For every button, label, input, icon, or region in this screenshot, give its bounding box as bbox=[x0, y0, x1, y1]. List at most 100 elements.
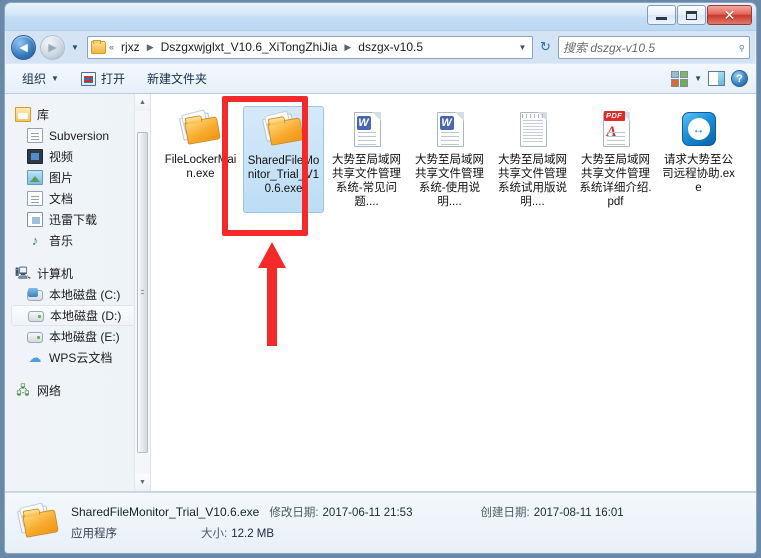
window-controls: ✕ bbox=[647, 5, 752, 25]
sidebar-item-drive-e[interactable]: 本地磁盘 (E:) bbox=[5, 326, 150, 347]
scrollbar-grip-icon bbox=[141, 289, 144, 296]
file-item[interactable]: W 大势至局域网共享文件管理系统-使用说明.... bbox=[409, 106, 490, 213]
sidebar-item-pictures[interactable]: 图片 bbox=[5, 167, 150, 188]
change-view-icon[interactable] bbox=[671, 70, 689, 87]
sidebar-item-music[interactable]: ♪ 音乐 bbox=[5, 230, 150, 251]
toolbar: 组织 ▼ 打开 新建文件夹 ▼ ? bbox=[5, 63, 756, 94]
status-size-label: 大小: bbox=[201, 528, 228, 540]
status-line-1: SharedFileMonitor_Trial_V10.6.exe 修改日期: … bbox=[71, 504, 624, 520]
teamviewer-icon: ↔ bbox=[677, 110, 721, 150]
sidebar-label: 图片 bbox=[49, 171, 74, 185]
word-doc-icon: W bbox=[428, 110, 472, 150]
file-item-selected[interactable]: SharedFileMonitor_Trial_V10.6.exe bbox=[243, 106, 324, 213]
sidebar-item-network[interactable]: 🖧 网络 bbox=[5, 380, 150, 401]
sidebar-item-library[interactable]: 库 bbox=[5, 104, 150, 125]
explorer-body: 库 Subversion 视频 图片 文档 迅雷下载 ♪ 音乐 🖳 计算机 本地… bbox=[5, 94, 756, 492]
maximize-button[interactable] bbox=[677, 5, 706, 25]
status-created-value: 2017-08-11 16:01 bbox=[533, 507, 624, 519]
new-folder-label: 新建文件夹 bbox=[146, 72, 207, 86]
toolbar-right-group: ▼ ? bbox=[671, 70, 748, 87]
organize-button[interactable]: 组织 ▼ bbox=[13, 67, 68, 90]
file-name: 请求大势至公司远程协助.exe bbox=[662, 154, 735, 194]
new-folder-button[interactable]: 新建文件夹 bbox=[138, 67, 216, 90]
chevron-down-icon: ▼ bbox=[51, 74, 59, 83]
address-bar[interactable]: « rjxz ▶ Dszgxwjglxt_V10.6_XiTongZhiJia … bbox=[87, 35, 533, 59]
file-item[interactable]: ↔ 请求大势至公司远程协助.exe bbox=[658, 106, 739, 213]
address-bar-tail: ▼ bbox=[515, 43, 530, 52]
chevron-right-icon: ▶ bbox=[146, 41, 154, 52]
status-file-type: 应用程序 bbox=[71, 528, 117, 540]
chevron-down-icon[interactable]: ▼ bbox=[694, 74, 702, 83]
scrollbar-thumb[interactable] bbox=[137, 132, 148, 453]
annotation-arrow-icon bbox=[258, 242, 286, 346]
file-grid: FileLockerMain.exe SharedFileMonitor_Tri… bbox=[159, 106, 756, 213]
document-icon bbox=[27, 191, 43, 206]
download-icon bbox=[27, 212, 43, 227]
sidebar-item-thunder-downloads[interactable]: 迅雷下载 bbox=[5, 209, 150, 230]
close-button[interactable]: ✕ bbox=[707, 5, 752, 25]
breadcrumb-item-1[interactable]: Dszgxwjglxt_V10.6_XiTongZhiJia bbox=[157, 39, 342, 55]
sidebar-item-wps-cloud[interactable]: ☁ WPS云文档 bbox=[5, 347, 150, 368]
file-name: 大势至局域网共享文件管理系统-常见问题.... bbox=[332, 154, 401, 208]
search-box[interactable]: 搜索 dszgx-v10.5 ⌕ bbox=[558, 35, 750, 59]
breadcrumb-item-2[interactable]: dszgx-v10.5 bbox=[354, 39, 427, 55]
address-bar-row: ◄ ► ▼ « rjxz ▶ Dszgxwjglxt_V10.6_XiTongZ… bbox=[5, 31, 756, 63]
system-drive-icon bbox=[27, 288, 43, 301]
status-line-2: 应用程序 大小: 12.2 MB bbox=[71, 525, 624, 541]
sidebar-scrollbar[interactable]: ▲ ▼ bbox=[134, 94, 150, 491]
status-modified-label: 修改日期: bbox=[269, 507, 319, 519]
navigation-pane: 库 Subversion 视频 图片 文档 迅雷下载 ♪ 音乐 🖳 计算机 本地… bbox=[5, 94, 151, 491]
sidebar-item-computer[interactable]: 🖳 计算机 bbox=[5, 263, 150, 284]
sidebar-label: 网络 bbox=[37, 384, 62, 398]
sidebar-item-drive-d[interactable]: 本地磁盘 (D:) bbox=[11, 305, 146, 326]
title-bar: ✕ bbox=[5, 3, 756, 31]
file-item[interactable]: FileLockerMain.exe bbox=[160, 106, 241, 213]
sidebar-label: 计算机 bbox=[37, 267, 74, 281]
file-list-pane[interactable]: FileLockerMain.exe SharedFileMonitor_Tri… bbox=[151, 94, 756, 491]
sidebar-item-drive-c[interactable]: 本地磁盘 (C:) bbox=[5, 284, 150, 305]
sidebar-item-documents[interactable]: 文档 bbox=[5, 188, 150, 209]
nav-group-network: 🖧 网络 bbox=[5, 380, 150, 401]
history-dropdown-icon[interactable]: ▼ bbox=[67, 39, 83, 56]
sidebar-label: 文档 bbox=[49, 192, 74, 206]
file-item[interactable]: PDF A 大势至局域网共享文件管理系统详细介绍.pdf bbox=[575, 106, 656, 213]
sidebar-label: 本地磁盘 (C:) bbox=[49, 288, 121, 302]
refresh-icon[interactable]: ↻ bbox=[537, 39, 554, 55]
network-icon: 🖧 bbox=[16, 383, 30, 397]
computer-icon: 🖳 bbox=[15, 266, 32, 280]
scroll-down-icon[interactable]: ▼ bbox=[135, 474, 150, 491]
document-icon bbox=[27, 128, 43, 143]
back-button[interactable]: ◄ bbox=[11, 34, 36, 60]
close-icon: ✕ bbox=[723, 7, 736, 23]
sidebar-item-videos[interactable]: 视频 bbox=[5, 146, 150, 167]
breadcrumb-item-0[interactable]: rjxz bbox=[117, 39, 144, 55]
help-icon[interactable]: ? bbox=[731, 70, 748, 87]
breadcrumb-overflow-icon[interactable]: « bbox=[108, 42, 115, 52]
folder-icon bbox=[91, 39, 106, 54]
sidebar-item-subversion[interactable]: Subversion bbox=[5, 125, 150, 146]
file-name: FileLockerMain.exe bbox=[164, 154, 237, 180]
library-icon bbox=[15, 107, 31, 122]
status-file-name: SharedFileMonitor_Trial_V10.6.exe bbox=[71, 505, 260, 519]
search-input[interactable]: 搜索 dszgx-v10.5 bbox=[563, 39, 738, 56]
sidebar-label: 库 bbox=[37, 108, 50, 122]
forward-button[interactable]: ► bbox=[40, 34, 65, 60]
chevron-down-icon[interactable]: ▼ bbox=[515, 43, 530, 52]
minimize-button[interactable] bbox=[647, 5, 676, 25]
exe-folder-icon bbox=[261, 110, 306, 151]
drive-icon bbox=[27, 332, 43, 343]
sidebar-label: WPS云文档 bbox=[49, 351, 113, 365]
file-item[interactable]: 大势至局域网共享文件管理系统试用版说明.... bbox=[492, 106, 573, 213]
open-button[interactable]: 打开 bbox=[72, 67, 134, 90]
cloud-icon: ☁ bbox=[28, 350, 42, 365]
preview-pane-icon[interactable] bbox=[708, 71, 725, 86]
file-name: 大势至局域网共享文件管理系统-使用说明.... bbox=[415, 154, 484, 208]
sidebar-label: 本地磁盘 (D:) bbox=[50, 309, 122, 323]
scroll-up-icon[interactable]: ▲ bbox=[135, 94, 150, 111]
status-bar: SharedFileMonitor_Trial_V10.6.exe 修改日期: … bbox=[5, 492, 756, 552]
nav-group-library: 库 Subversion 视频 图片 文档 迅雷下载 ♪ 音乐 bbox=[5, 104, 150, 251]
file-item[interactable]: W 大势至局域网共享文件管理系统-常见问题.... bbox=[326, 106, 407, 213]
status-modified-value: 2017-06-11 21:53 bbox=[322, 507, 413, 519]
chevron-right-icon: ▶ bbox=[344, 41, 352, 52]
exe-folder-icon bbox=[178, 109, 223, 150]
